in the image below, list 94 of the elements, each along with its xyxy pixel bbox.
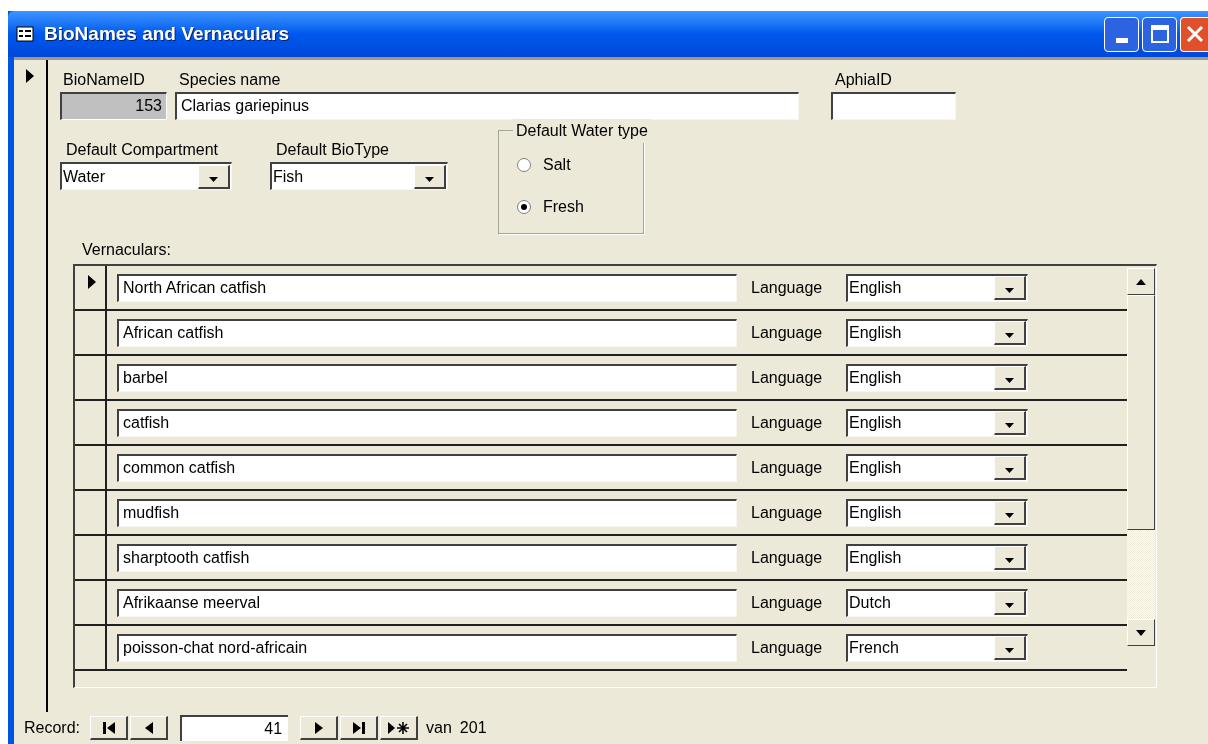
field-label: Language [751, 457, 824, 478]
field-label: Language [751, 322, 824, 343]
field-label: Language [751, 637, 824, 658]
caret-icon [1005, 603, 1014, 608]
field-label: Language [751, 547, 824, 568]
new-record-icon [386, 720, 411, 735]
caret-icon [1005, 513, 1014, 518]
previous-icon [143, 720, 154, 735]
field-label: Default Compartment [65, 140, 219, 160]
previous-record-button[interactable] [130, 716, 169, 740]
caret-icon [1005, 378, 1014, 383]
last-record-icon [351, 720, 366, 735]
combo-box[interactable]: Water [60, 162, 232, 190]
id-field[interactable]: 153 [60, 92, 167, 120]
subform-label: Vernaculars: [82, 240, 171, 260]
up-arrow-icon [1136, 278, 1146, 285]
name-field[interactable]: sharptooth catfish [117, 543, 737, 572]
aphiaid-field[interactable] [831, 92, 956, 120]
field-label: Language [751, 412, 824, 433]
form-icon [16, 26, 34, 42]
close-button[interactable] [1180, 16, 1208, 52]
scrollbar[interactable] [1127, 268, 1155, 646]
field-label: Default BioType [275, 140, 389, 160]
dropdown-button[interactable] [198, 164, 230, 189]
combo-box[interactable]: English [846, 363, 1028, 392]
name-field[interactable]: poisson-chat nord-africain [117, 633, 737, 662]
maximize-icon [1150, 25, 1169, 43]
combo-box[interactable]: English [846, 498, 1028, 527]
caret-icon [1005, 288, 1014, 293]
dropdown-button[interactable] [994, 321, 1026, 345]
scroll-down-button[interactable] [1127, 619, 1155, 646]
combo-box[interactable]: English [846, 273, 1028, 302]
combo-box[interactable]: English [846, 453, 1028, 482]
minimize-icon [1115, 37, 1128, 43]
maximize-button[interactable] [1142, 16, 1177, 52]
dropdown-button[interactable] [994, 366, 1026, 390]
last-record-button[interactable] [340, 716, 379, 740]
name-field[interactable]: mudfish [117, 498, 737, 527]
caret-icon [1005, 558, 1014, 563]
caret-icon [1005, 333, 1014, 338]
name-field[interactable]: North African catfish [117, 273, 737, 302]
nav-label: van [426, 718, 452, 738]
field-label: Species name [178, 70, 282, 90]
name-field[interactable]: African catfish [117, 318, 737, 347]
radio-button[interactable] [517, 200, 531, 214]
dropdown-button[interactable] [994, 276, 1026, 300]
name-field[interactable]: common catfish [117, 453, 737, 482]
caret-icon [209, 176, 218, 182]
group-title: Default Water type [513, 119, 651, 143]
field-label: Language [751, 277, 824, 298]
name-field[interactable]: Afrikaanse meerval [117, 588, 737, 617]
caret-icon [1005, 423, 1014, 428]
radio-button[interactable] [517, 158, 531, 172]
next-icon [313, 720, 324, 735]
scroll-thumb[interactable] [1127, 295, 1155, 530]
caret-icon [1005, 468, 1014, 473]
name-field[interactable]: catfish [117, 408, 737, 437]
combo-box[interactable]: Fish [270, 162, 448, 190]
name-field[interactable]: barbel [117, 363, 737, 392]
record-number-field[interactable]: 41 [180, 715, 289, 741]
field-label: Language [751, 367, 824, 388]
dropdown-button[interactable] [994, 501, 1026, 525]
nav-label: Record: [24, 718, 81, 738]
dropdown-button[interactable] [994, 456, 1026, 480]
caret-icon [425, 176, 434, 182]
field-label: BioNameID [62, 70, 146, 90]
dropdown-button[interactable] [994, 411, 1026, 435]
dropdown-button[interactable] [994, 636, 1026, 660]
radio-label: Fresh [543, 197, 584, 217]
dropdown-button[interactable] [994, 546, 1026, 570]
combo-box[interactable]: English [846, 408, 1028, 437]
dropdown-button[interactable] [414, 164, 446, 189]
close-icon [1185, 25, 1204, 43]
combo-box[interactable]: English [846, 543, 1028, 572]
species-name-field[interactable]: Clarias gariepinus [175, 92, 799, 120]
dropdown-button[interactable] [994, 591, 1026, 615]
scroll-up-button[interactable] [1127, 268, 1155, 295]
new-record-button[interactable] [380, 716, 419, 740]
next-record-button[interactable] [300, 716, 339, 740]
combo-box[interactable]: Dutch [846, 588, 1028, 617]
minimize-button[interactable] [1104, 16, 1139, 52]
down-arrow-icon [1136, 629, 1146, 636]
first-record-icon [101, 720, 116, 735]
field-label: Language [751, 592, 824, 613]
record-count: 201 [459, 718, 487, 738]
first-record-button[interactable] [90, 716, 129, 740]
field-label: AphiaID [834, 70, 893, 90]
field-label: Language [751, 502, 824, 523]
caret-icon [1005, 648, 1014, 653]
record-pointer-icon [86, 274, 97, 290]
radio-label: Salt [543, 155, 571, 175]
combo-box[interactable]: English [846, 318, 1028, 347]
combo-box[interactable]: French [846, 633, 1028, 662]
window-title: BioNames and Vernaculars [44, 21, 289, 46]
